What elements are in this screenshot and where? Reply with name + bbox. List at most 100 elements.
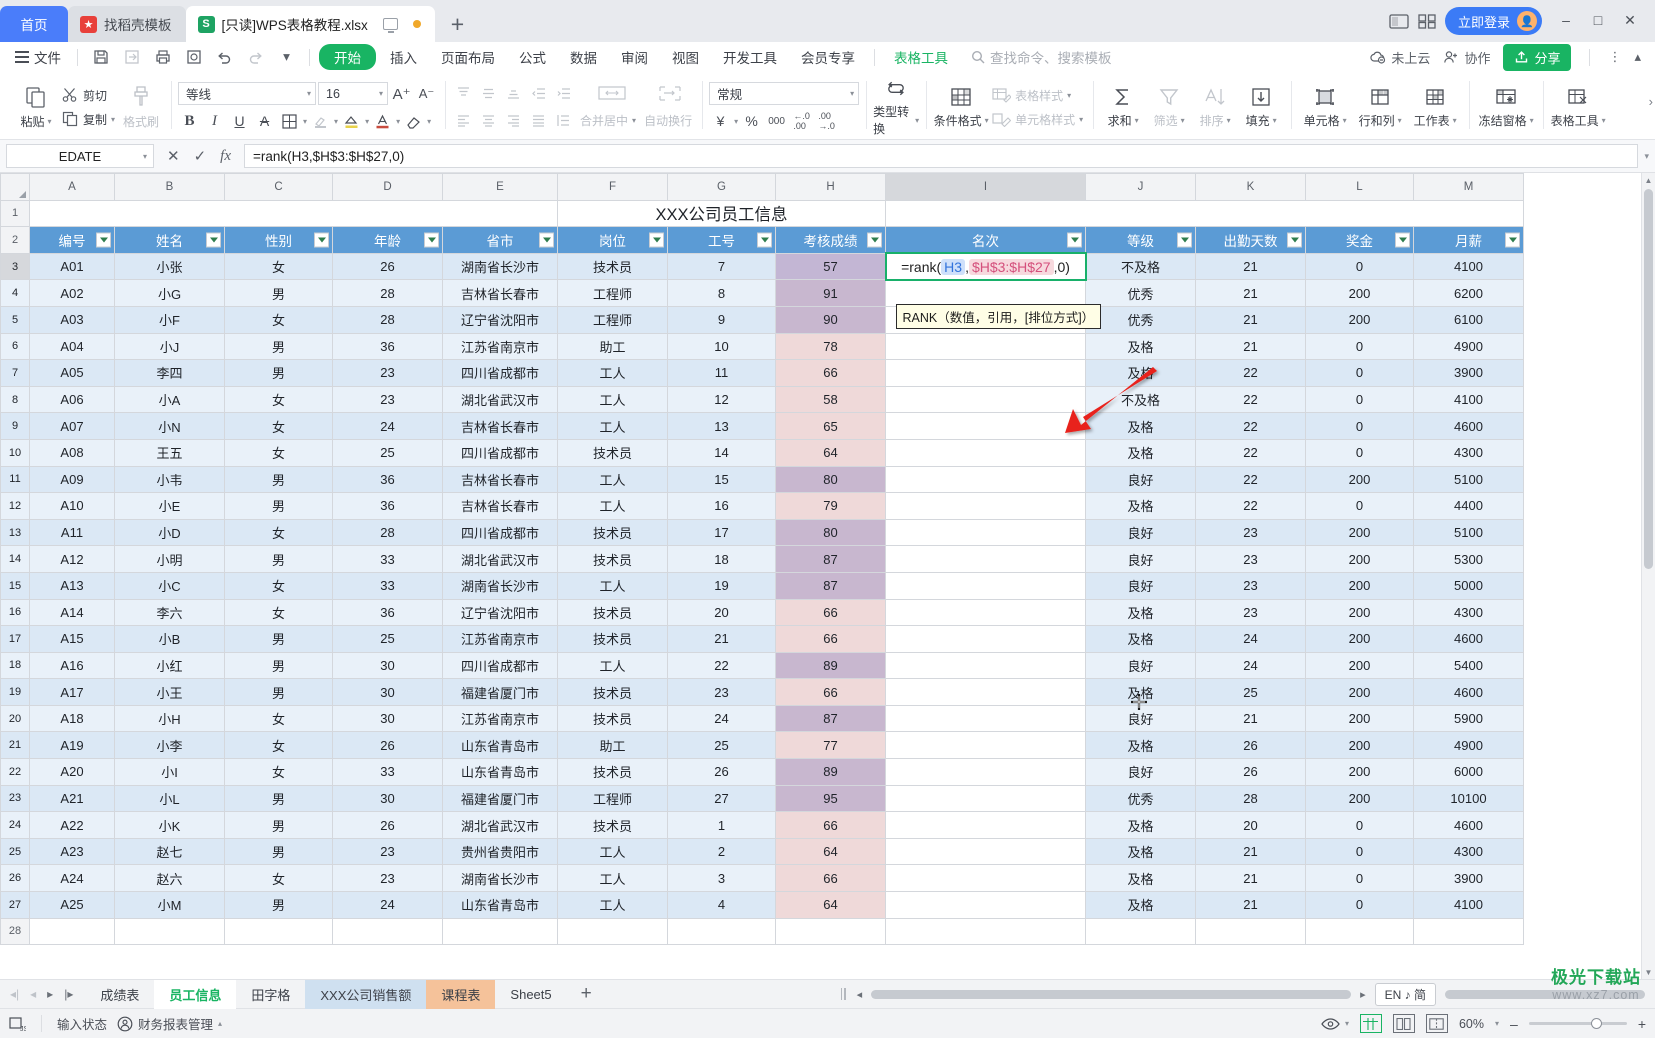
sheet-tab-yuangongxinxi[interactable]: 员工信息: [154, 979, 237, 1009]
table-cell[interactable]: 及格: [1085, 731, 1196, 760]
table-header-cell[interactable]: 考核成绩: [775, 226, 886, 254]
table-cell[interactable]: 200: [1305, 279, 1414, 307]
table-cell[interactable]: 小李: [114, 731, 225, 760]
table-cell[interactable]: 男: [224, 545, 333, 573]
table-cell[interactable]: 女: [224, 758, 333, 786]
table-cell[interactable]: 工人: [557, 385, 668, 414]
table-cell[interactable]: 男: [224, 492, 333, 520]
bold-icon[interactable]: B: [178, 110, 201, 132]
new-tab-button[interactable]: +: [435, 6, 480, 42]
table-cell[interactable]: 女: [224, 412, 333, 440]
table-cell[interactable]: 200: [1305, 305, 1414, 334]
table-cell[interactable]: A07: [29, 412, 115, 440]
table-cell[interactable]: 22: [1195, 385, 1306, 414]
table-cell[interactable]: [885, 678, 1086, 706]
table-cell[interactable]: 23: [1195, 598, 1306, 627]
table-cell[interactable]: 0: [1305, 864, 1414, 893]
table-cell[interactable]: 25: [332, 625, 443, 653]
table-cell[interactable]: [885, 704, 1086, 733]
table-cell[interactable]: 0: [1305, 412, 1414, 440]
filter-dropdown-icon[interactable]: [867, 232, 882, 248]
table-cell[interactable]: 5100: [1413, 465, 1524, 494]
single-window-icon[interactable]: [1389, 13, 1409, 29]
sheet-tab-chengjibiao[interactable]: 成绩表: [85, 980, 154, 1009]
command-search[interactable]: 查找命令、搜索模板: [971, 47, 1112, 67]
filter-dropdown-icon[interactable]: [757, 232, 772, 248]
table-cell[interactable]: 0: [1305, 811, 1414, 839]
table-cell[interactable]: 21: [1195, 864, 1306, 893]
table-cell[interactable]: 工人: [557, 492, 668, 520]
comma-style-icon[interactable]: 000: [765, 110, 788, 132]
table-cell[interactable]: 良好: [1085, 545, 1196, 573]
table-cell[interactable]: 良好: [1085, 651, 1196, 680]
table-cell[interactable]: 21: [1195, 891, 1306, 919]
table-cell[interactable]: 吉林省长春市: [442, 279, 558, 307]
table-cell[interactable]: 小红: [114, 651, 225, 680]
more-vertical-icon[interactable]: ⋮: [1608, 49, 1621, 65]
table-cell[interactable]: 24: [1195, 651, 1306, 680]
table-cell[interactable]: [1305, 917, 1414, 946]
row-header-21[interactable]: 21: [0, 731, 30, 760]
tab-insert[interactable]: 插入: [380, 44, 427, 70]
table-cell[interactable]: 36: [332, 598, 443, 627]
print-preview-icon[interactable]: [180, 45, 207, 69]
table-cell[interactable]: 27: [667, 784, 776, 813]
table-header-cell[interactable]: 月薪: [1413, 226, 1524, 254]
table-cell[interactable]: 28: [332, 518, 443, 547]
table-cell[interactable]: [885, 438, 1086, 467]
table-cell[interactable]: 3900: [1413, 864, 1524, 893]
table-cell[interactable]: 女: [224, 731, 333, 760]
table-cell[interactable]: 4900: [1413, 731, 1524, 760]
table-cell[interactable]: [1195, 917, 1306, 946]
table-cell[interactable]: 28: [1195, 784, 1306, 813]
table-cell[interactable]: 200: [1305, 625, 1414, 653]
table-cell[interactable]: 技术员: [557, 252, 668, 281]
font-size-select[interactable]: 16 ▾: [318, 82, 389, 105]
chevron-right-icon[interactable]: ›: [1649, 94, 1653, 109]
table-cell[interactable]: 福建省厦门市: [442, 784, 558, 813]
column-header-c[interactable]: C: [224, 173, 333, 201]
table-cell[interactable]: 26: [1195, 731, 1306, 760]
row-header-11[interactable]: 11: [0, 465, 30, 494]
table-cell[interactable]: A13: [29, 571, 115, 600]
row-header-20[interactable]: 20: [0, 704, 30, 733]
table-cell[interactable]: 22: [1195, 465, 1306, 494]
conditional-format-button[interactable]: 条件格式 ▾: [933, 77, 989, 137]
table-cell[interactable]: 4100: [1413, 891, 1524, 919]
table-cell[interactable]: 64: [775, 438, 886, 467]
table-cell[interactable]: 4600: [1413, 678, 1524, 706]
percent-icon[interactable]: %: [740, 110, 763, 132]
table-cell[interactable]: 80: [775, 465, 886, 494]
table-cell[interactable]: 良好: [1085, 465, 1196, 494]
table-cell[interactable]: 21: [1195, 837, 1306, 866]
table-cell[interactable]: 小K: [114, 811, 225, 839]
table-cell[interactable]: 工人: [557, 651, 668, 680]
table-cell[interactable]: 技术员: [557, 598, 668, 627]
table-cell[interactable]: 及格: [1085, 412, 1196, 440]
table-cell[interactable]: 18: [667, 545, 776, 573]
sheet-tab-sheet5[interactable]: Sheet5: [495, 980, 566, 1009]
table-cell[interactable]: [885, 625, 1086, 653]
decrease-indent-icon[interactable]: [527, 83, 550, 105]
table-cell[interactable]: 良好: [1085, 704, 1196, 733]
table-cell[interactable]: 14: [667, 438, 776, 467]
table-cell[interactable]: 及格: [1085, 598, 1196, 627]
multi-window-icon[interactable]: [1418, 13, 1436, 29]
table-cell[interactable]: 技术员: [557, 704, 668, 733]
table-cell[interactable]: 66: [775, 359, 886, 387]
table-cell[interactable]: [224, 917, 333, 946]
align-right-icon[interactable]: [502, 110, 525, 132]
cell-style-button[interactable]: 单元格样式 ▾: [989, 109, 1086, 130]
table-cell[interactable]: 23: [1195, 518, 1306, 547]
table-cell[interactable]: 4600: [1413, 412, 1524, 440]
table-cell[interactable]: 95: [775, 784, 886, 813]
table-cell[interactable]: [885, 492, 1086, 520]
table-cell[interactable]: 0: [1305, 492, 1414, 520]
table-cell[interactable]: 26: [332, 252, 443, 281]
table-cell[interactable]: 及格: [1085, 359, 1196, 387]
table-cell[interactable]: 3900: [1413, 359, 1524, 387]
table-cell[interactable]: 9: [667, 305, 776, 334]
splitter-grip-icon[interactable]: [840, 988, 848, 1000]
row-header-1[interactable]: 1: [0, 199, 30, 228]
table-cell[interactable]: 技术员: [557, 518, 668, 547]
